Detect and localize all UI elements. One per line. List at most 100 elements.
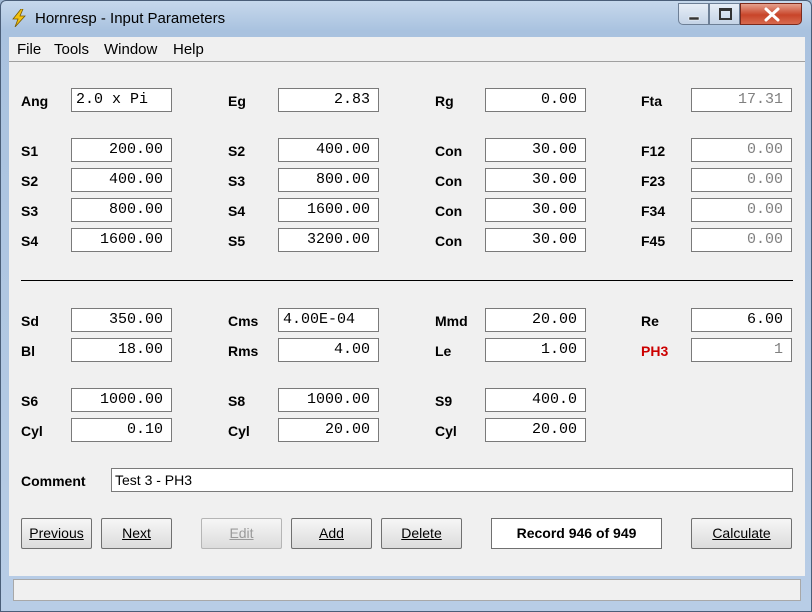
label-cyl-2: Cyl <box>228 423 250 439</box>
calculate-label: Calculate <box>712 525 771 541</box>
field-s2-end[interactable]: 400.00 <box>278 138 379 162</box>
label-ang: Ang <box>21 93 49 109</box>
previous-button[interactable]: Previous <box>21 518 92 549</box>
field-con-4[interactable]: 30.00 <box>485 228 586 252</box>
maximize-icon <box>719 8 732 20</box>
edit-button[interactable]: Edit <box>201 518 282 549</box>
minimize-button[interactable] <box>678 3 709 25</box>
field-s4[interactable]: 1600.00 <box>71 228 172 252</box>
field-f34: 0.00 <box>691 198 792 222</box>
field-s2[interactable]: 400.00 <box>71 168 172 192</box>
maximize-button[interactable] <box>709 3 740 25</box>
field-cyl-2[interactable]: 20.00 <box>278 418 379 442</box>
input-parameters-panel: Ang 2.0 x Pi Eg 2.83 Rg 0.00 Fta 17.31 S… <box>9 61 805 601</box>
app-window: Hornresp - Input Parameters File Tools W… <box>0 0 812 612</box>
field-rg[interactable]: 0.00 <box>485 88 586 112</box>
field-s9[interactable]: 400.0 <box>485 388 586 412</box>
field-ph3: 1 <box>691 338 792 362</box>
field-bl[interactable]: 18.00 <box>71 338 172 362</box>
field-rms[interactable]: 4.00 <box>278 338 379 362</box>
field-ang[interactable]: 2.0 x Pi <box>71 88 172 112</box>
field-s3-end[interactable]: 800.00 <box>278 168 379 192</box>
section-divider <box>21 280 793 281</box>
menu-help[interactable]: Help <box>173 41 204 58</box>
label-con-3: Con <box>435 203 463 219</box>
delete-label: Delete <box>401 525 442 541</box>
label-con-1: Con <box>435 143 463 159</box>
label-le: Le <box>435 343 452 359</box>
add-label: Add <box>319 525 344 541</box>
delete-button[interactable]: Delete <box>381 518 462 549</box>
add-button[interactable]: Add <box>291 518 372 549</box>
close-icon <box>764 7 780 22</box>
field-f23: 0.00 <box>691 168 792 192</box>
field-con-3[interactable]: 30.00 <box>485 198 586 222</box>
label-f45: F45 <box>641 233 666 249</box>
label-s4-end: S4 <box>228 203 246 219</box>
field-con-1[interactable]: 30.00 <box>485 138 586 162</box>
menu-bar: File Tools Window Help <box>9 37 805 61</box>
label-sd: Sd <box>21 313 39 329</box>
label-cyl-1: Cyl <box>21 423 43 439</box>
label-re: Re <box>641 313 659 329</box>
field-re[interactable]: 6.00 <box>691 308 792 332</box>
previous-label: Previous <box>29 525 84 541</box>
field-mmd[interactable]: 20.00 <box>485 308 586 332</box>
next-button[interactable]: Next <box>101 518 172 549</box>
label-s2-end: S2 <box>228 143 246 159</box>
field-cyl-3[interactable]: 20.00 <box>485 418 586 442</box>
label-mmd: Mmd <box>435 313 468 329</box>
close-button[interactable] <box>740 3 802 25</box>
field-f12: 0.00 <box>691 138 792 162</box>
lightning-icon <box>11 8 27 28</box>
field-f45: 0.00 <box>691 228 792 252</box>
field-s5-end[interactable]: 3200.00 <box>278 228 379 252</box>
field-eg[interactable]: 2.83 <box>278 88 379 112</box>
label-s2: S2 <box>21 173 39 189</box>
field-cms[interactable]: 4.00E-04 <box>278 308 379 332</box>
label-con-4: Con <box>435 233 463 249</box>
label-s3-end: S3 <box>228 173 246 189</box>
label-f12: F12 <box>641 143 666 159</box>
label-eg: Eg <box>228 93 246 109</box>
field-le[interactable]: 1.00 <box>485 338 586 362</box>
menu-tools[interactable]: Tools <box>54 41 89 58</box>
menu-window[interactable]: Window <box>104 41 157 58</box>
field-fta: 17.31 <box>691 88 792 112</box>
calculate-button[interactable]: Calculate <box>691 518 792 549</box>
label-f34: F34 <box>641 203 666 219</box>
comment-field[interactable]: Test 3 - PH3 <box>111 468 793 492</box>
field-con-2[interactable]: 30.00 <box>485 168 586 192</box>
label-s5-end: S5 <box>228 233 246 249</box>
label-cyl-3: Cyl <box>435 423 457 439</box>
label-s4: S4 <box>21 233 39 249</box>
field-cyl-1[interactable]: 0.10 <box>71 418 172 442</box>
label-s9: S9 <box>435 393 453 409</box>
label-rg: Rg <box>435 93 454 109</box>
title-bar[interactable]: Hornresp - Input Parameters <box>1 1 811 35</box>
label-ph3: PH3 <box>641 343 669 359</box>
field-s8[interactable]: 1000.00 <box>278 388 379 412</box>
label-fta: Fta <box>641 93 662 109</box>
label-cms: Cms <box>228 313 259 329</box>
field-s6[interactable]: 1000.00 <box>71 388 172 412</box>
label-bl: Bl <box>21 343 35 359</box>
label-con-2: Con <box>435 173 463 189</box>
minimize-icon <box>688 16 700 21</box>
label-s3: S3 <box>21 203 39 219</box>
label-s8: S8 <box>228 393 246 409</box>
field-sd[interactable]: 350.00 <box>71 308 172 332</box>
label-f23: F23 <box>641 173 666 189</box>
status-bar <box>13 579 801 601</box>
label-comment: Comment <box>21 473 86 489</box>
edit-label: Edit <box>229 525 254 541</box>
field-s1[interactable]: 200.00 <box>71 138 172 162</box>
window-title: Hornresp - Input Parameters <box>35 10 226 27</box>
menu-file[interactable]: File <box>17 41 41 58</box>
field-s3[interactable]: 800.00 <box>71 198 172 222</box>
field-s4-end[interactable]: 1600.00 <box>278 198 379 222</box>
label-rms: Rms <box>228 343 259 359</box>
label-s1: S1 <box>21 143 39 159</box>
next-label: Next <box>122 525 151 541</box>
label-s6: S6 <box>21 393 39 409</box>
